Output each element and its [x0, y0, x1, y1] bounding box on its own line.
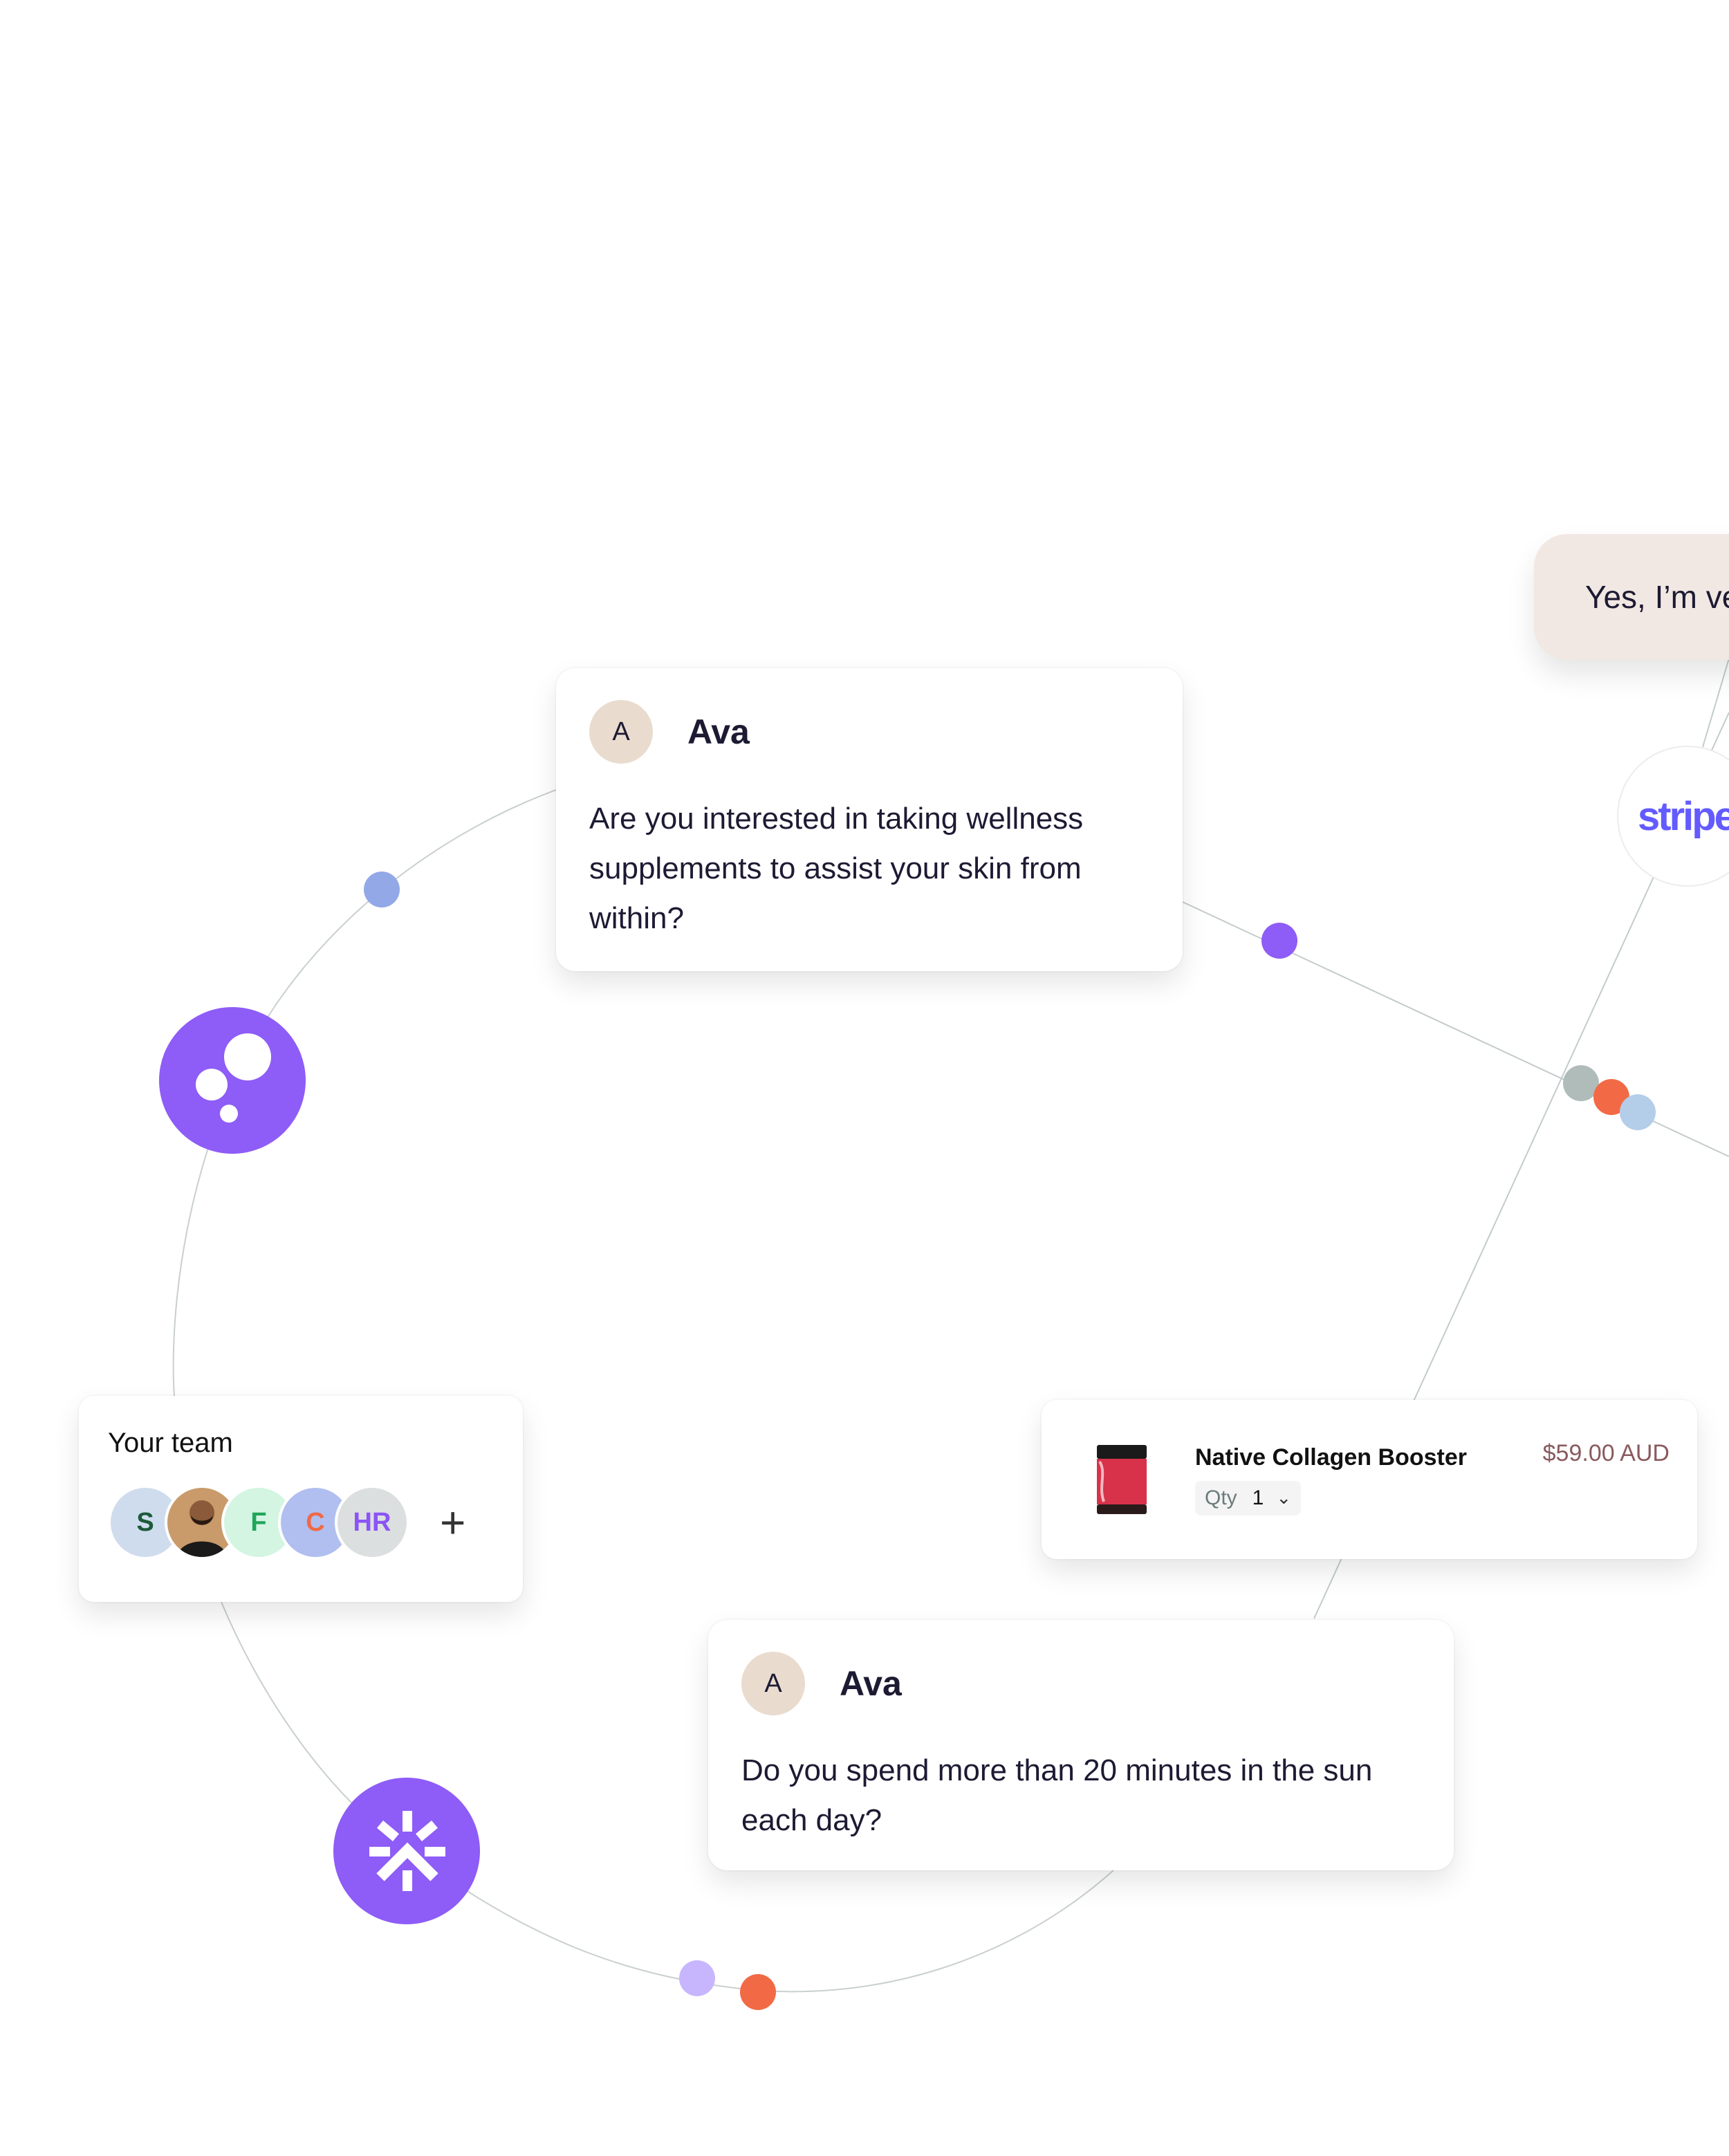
qty-label: Qty: [1205, 1486, 1237, 1509]
sender-name: Ava: [840, 1664, 902, 1703]
line-diag-3: [1702, 658, 1729, 748]
purple-dot: [1261, 923, 1297, 959]
reply-text: Yes, I’m very interested: [1585, 579, 1729, 615]
qty-value: 1: [1252, 1486, 1264, 1509]
stripe-logo-text: stripe: [1638, 793, 1729, 839]
team-title: Your team: [108, 1428, 233, 1458]
sparkle-house-logo-icon: [333, 1778, 480, 1924]
blue-dot: [364, 872, 400, 907]
chevron-down-icon: ⌄: [1276, 1487, 1292, 1508]
bubbles-logo-icon: [159, 1007, 306, 1154]
team-card: Your team S F C HR +: [79, 1396, 523, 1602]
reply-bubble: Yes, I’m very interested: [1534, 534, 1729, 660]
sender-name: Ava: [687, 712, 750, 751]
chat-message-card: A Ava Do you spend more than 20 minutes …: [708, 1620, 1454, 1870]
lilac-dot: [679, 1960, 715, 1996]
avatar: A: [741, 1652, 805, 1715]
avatar: A: [589, 700, 653, 764]
light-blue-dot: [1620, 1094, 1656, 1130]
product-jar-image: [1097, 1445, 1147, 1514]
quantity-select[interactable]: Qty 1 ⌄: [1195, 1480, 1302, 1515]
product-card: Native Collagen Booster Qty 1 ⌄ $59.00 A…: [1042, 1400, 1697, 1559]
team-avatar-hr[interactable]: HR: [335, 1485, 409, 1560]
message-text: Are you interested in taking wellness su…: [589, 802, 1084, 935]
team-avatars: S F C HR +: [108, 1485, 494, 1560]
product-name: Native Collagen Booster: [1195, 1444, 1467, 1471]
product-price: $59.00 AUD: [1542, 1440, 1670, 1466]
message-text: Do you spend more than 20 minutes in the…: [741, 1753, 1373, 1837]
orange-dot-bottom: [740, 1974, 776, 2010]
add-member-button[interactable]: +: [440, 1497, 465, 1548]
chat-message-card: A Ava Are you interested in taking welln…: [556, 668, 1183, 971]
